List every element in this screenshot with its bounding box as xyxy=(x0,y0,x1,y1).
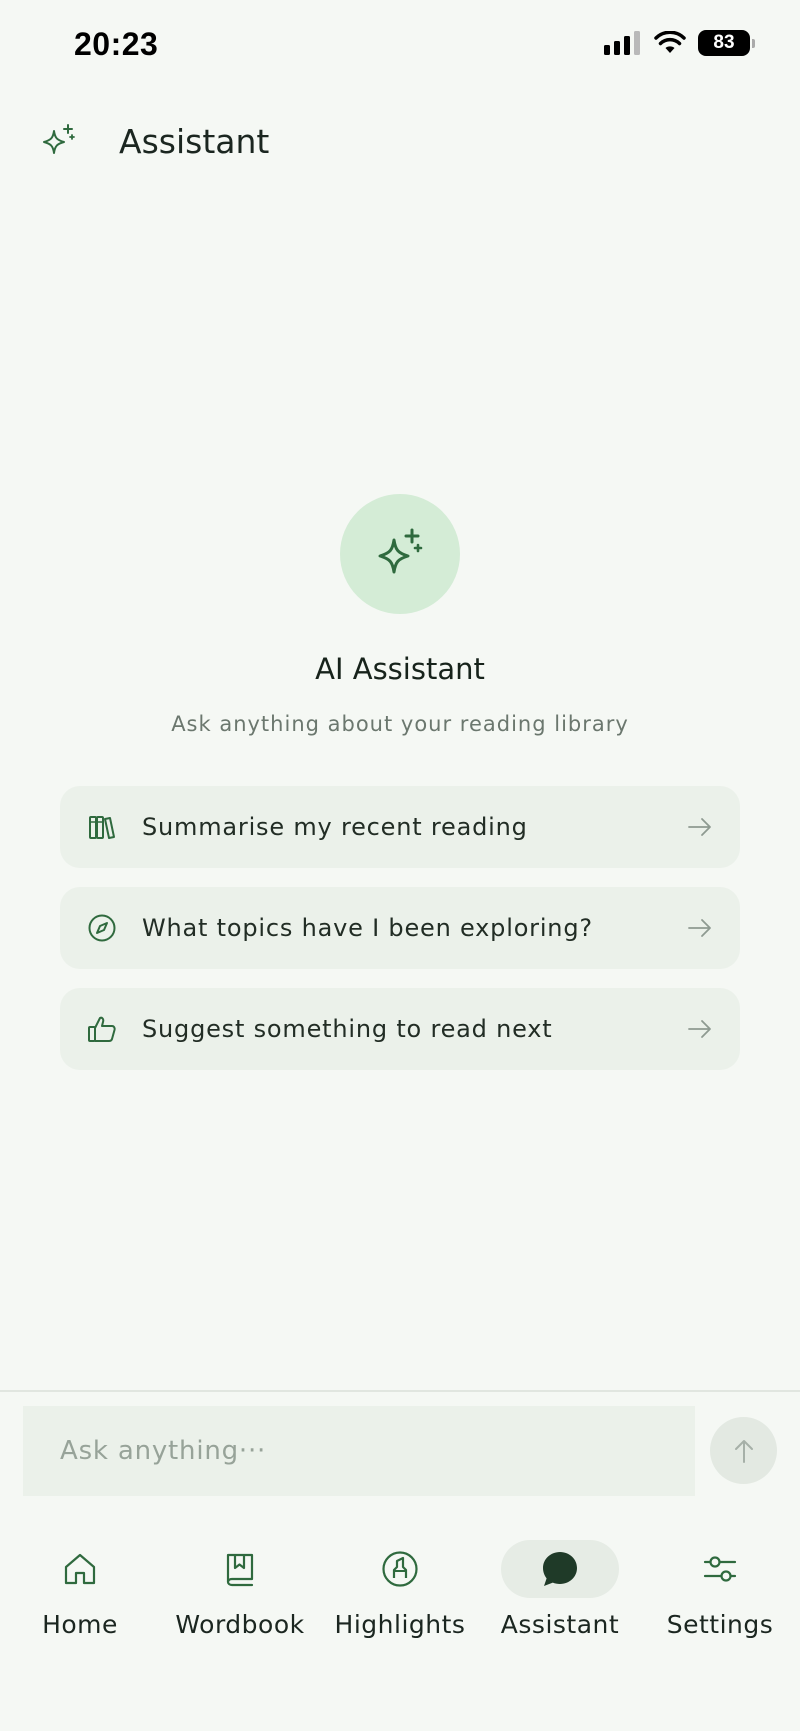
nav-item-assistant[interactable]: Assistant xyxy=(480,1530,640,1650)
suggestion-list: Summarise my recent reading What topics … xyxy=(60,786,740,1089)
suggestion-topics-explored[interactable]: What topics have I been exploring? xyxy=(60,887,740,969)
nav-icon-container xyxy=(661,1540,779,1598)
sparkle-icon xyxy=(43,124,75,154)
arrow-up-icon xyxy=(734,1439,753,1463)
battery-level: 83 xyxy=(713,32,735,53)
app-header: Assistant xyxy=(0,108,800,180)
suggestion-label: Suggest something to read next xyxy=(142,1015,553,1043)
bookmark-book-icon xyxy=(226,1553,254,1587)
books-icon xyxy=(89,816,115,839)
wifi-icon xyxy=(654,31,686,53)
arrow-right-icon xyxy=(688,1020,711,1038)
suggestion-summarise-reading[interactable]: Summarise my recent reading xyxy=(60,786,740,868)
nav-label: Home xyxy=(42,1610,118,1639)
compass-icon xyxy=(88,914,116,942)
status-bar: 20:23 83 xyxy=(0,0,800,92)
battery-icon: 83 xyxy=(698,30,755,56)
bottom-nav: Home Wordbook Highlights Assistant Setti… xyxy=(0,1530,800,1670)
nav-icon-container xyxy=(341,1540,459,1598)
chat-bubble-icon xyxy=(543,1552,577,1586)
status-time: 20:23 xyxy=(74,26,159,62)
suggestion-label: What topics have I been exploring? xyxy=(142,914,593,942)
arrow-right-icon xyxy=(688,919,711,937)
suggestion-read-next[interactable]: Suggest something to read next xyxy=(60,988,740,1070)
nav-icon-container xyxy=(21,1540,139,1598)
sparkle-icon xyxy=(378,528,423,574)
home-icon xyxy=(64,1553,96,1585)
assistant-avatar xyxy=(340,494,460,614)
arrow-right-icon xyxy=(688,818,711,836)
nav-item-highlights[interactable]: Highlights xyxy=(320,1530,480,1650)
divider xyxy=(0,1390,800,1392)
nav-item-settings[interactable]: Settings xyxy=(640,1530,800,1650)
send-button[interactable] xyxy=(710,1417,777,1484)
nav-label: Highlights xyxy=(334,1610,466,1639)
page-title: Assistant xyxy=(119,122,270,161)
hero-subtitle: Ask anything about your reading library xyxy=(171,712,629,736)
nav-icon-container xyxy=(501,1540,619,1598)
sliders-icon xyxy=(703,1556,737,1582)
nav-label: Assistant xyxy=(500,1610,620,1639)
highlighter-icon xyxy=(382,1551,418,1587)
cellular-signal-icon xyxy=(604,31,640,55)
suggestion-label: Summarise my recent reading xyxy=(142,813,528,841)
ask-input-container xyxy=(23,1406,695,1496)
nav-label: Wordbook xyxy=(175,1610,305,1639)
nav-item-home[interactable]: Home xyxy=(0,1530,160,1650)
nav-item-wordbook[interactable]: Wordbook xyxy=(160,1530,320,1650)
ask-input[interactable] xyxy=(23,1406,695,1496)
hero-title: AI Assistant xyxy=(315,652,485,686)
status-icons: 83 xyxy=(604,30,755,56)
nav-icon-container xyxy=(181,1540,299,1598)
nav-label: Settings xyxy=(666,1610,774,1639)
thumbs-up-icon xyxy=(88,1016,116,1042)
